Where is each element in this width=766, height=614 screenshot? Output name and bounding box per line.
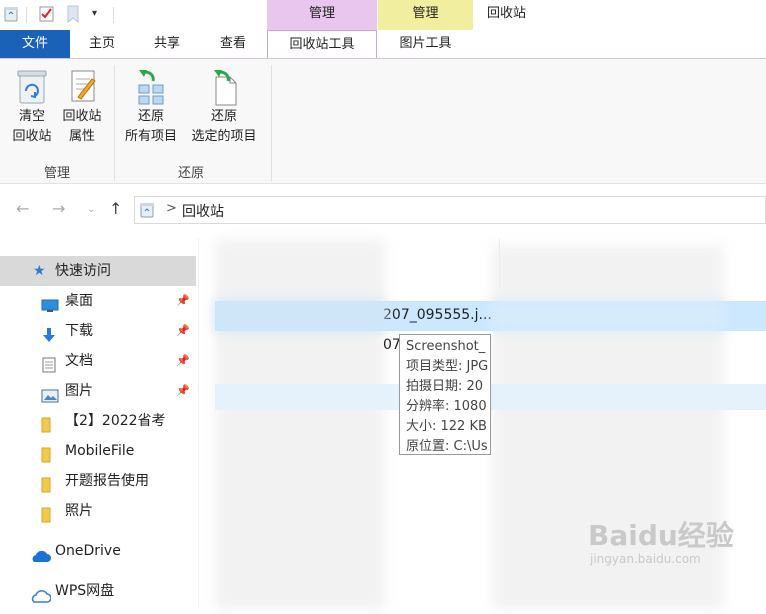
nav-folder-mobilefile[interactable]: MobileFile: [0, 436, 196, 466]
empty-recycle-bin-line1: 清空: [18, 109, 45, 124]
nav-item-label: MobileFile: [65, 443, 135, 459]
restore-selected-button[interactable]: 还原 选定的项目: [184, 67, 264, 147]
nav-item-label: 文档: [65, 353, 93, 369]
group-label-manage: 管理: [43, 166, 70, 181]
nav-wps-cloud[interactable]: WPS网盘: [0, 576, 196, 606]
nav-onedrive[interactable]: OneDrive: [0, 536, 196, 566]
blurred-region: [215, 301, 385, 331]
pin-icon[interactable]: 📌: [176, 346, 190, 376]
recycle-bin-small-icon: [4, 6, 18, 22]
divider: [113, 7, 114, 23]
group-label-restore: 还原: [177, 166, 204, 181]
tab-home[interactable]: 主页: [70, 30, 134, 58]
cloud-icon: [29, 544, 51, 562]
tooltip-line: 项目类型: JPG: [406, 359, 489, 374]
address-bar[interactable]: > 回收站: [134, 196, 766, 224]
nav-item-label: 快速访问: [55, 263, 111, 279]
download-icon: [41, 324, 57, 342]
blurred-region: [492, 301, 724, 331]
restore-all-line1: 还原: [137, 109, 164, 124]
qat-dropdown-icon[interactable]: ▾: [92, 8, 97, 19]
tab-share[interactable]: 共享: [134, 30, 200, 58]
nav-item-label: 【2】2022省考: [65, 413, 166, 429]
desktop-icon: [41, 294, 59, 312]
document-icon: [42, 354, 58, 373]
nav-item-label: 图片: [65, 383, 93, 399]
folder-icon: [41, 474, 57, 493]
divider: [26, 7, 27, 23]
nav-folder-report[interactable]: 开题报告使用: [0, 466, 196, 496]
tooltip-line: 拍摄日期: 20: [406, 379, 484, 394]
nav-item-label: OneDrive: [55, 543, 121, 559]
tab-picture-tools[interactable]: 图片工具: [378, 30, 473, 58]
tab-recycle-bin-tools[interactable]: 回收站工具: [267, 30, 377, 58]
restore-all-icon: [133, 67, 169, 107]
watermark-brand: Baidu经验: [588, 519, 734, 552]
folder-icon: [41, 504, 57, 523]
recent-locations-chevron-icon[interactable]: ⌄: [87, 204, 95, 215]
pin-icon[interactable]: 📌: [176, 376, 190, 406]
nav-item-label: WPS网盘: [55, 583, 115, 599]
empty-recycle-bin-button[interactable]: 清空 回收站: [6, 67, 58, 147]
tooltip-line: 大小: 122 KB: [406, 419, 487, 434]
breadcrumb-recycle-bin[interactable]: 回收站: [182, 201, 224, 221]
recycle-bin-properties-line1: 回收站: [62, 109, 102, 124]
restore-selected-icon: [206, 67, 242, 107]
group-divider: [271, 65, 272, 181]
tooltip-line: Screenshot_: [406, 339, 486, 354]
recycle-bin-properties-line2: 属性: [68, 129, 95, 144]
back-arrow-icon[interactable]: ←: [16, 199, 29, 218]
recycle-bin-address-icon: [140, 202, 154, 218]
window-title: 回收站: [487, 6, 527, 21]
context-tab-manage-recycle: 管理: [267, 0, 377, 30]
pin-icon[interactable]: 📌: [176, 316, 190, 346]
empty-recycle-bin-line2: 回收站: [12, 129, 52, 144]
nav-documents[interactable]: 文档 📌: [0, 346, 196, 376]
restore-selected-line2: 选定的项目: [191, 129, 257, 144]
star-icon: ★: [33, 263, 46, 279]
tooltip-line: 分辨率: 1080: [406, 399, 487, 414]
tab-view[interactable]: 查看: [200, 30, 266, 58]
nav-folder-2022[interactable]: 【2】2022省考: [0, 406, 196, 436]
baidu-watermark: Baidu经验 jingyan.baidu.com: [588, 519, 734, 567]
file-name[interactable]: 207_095555.j...: [383, 307, 492, 323]
new-folder-qat-icon[interactable]: [66, 5, 80, 24]
nav-pictures[interactable]: 图片 📌: [0, 376, 196, 406]
empty-recycle-bin-icon: [14, 67, 50, 107]
pictures-icon: [41, 384, 59, 403]
recycle-bin-properties-button[interactable]: 回收站 属性: [56, 67, 108, 147]
folder-icon: [41, 444, 57, 463]
recycle-bin-properties-icon: [64, 67, 100, 107]
title-bar: ▾ 管理 管理 回收站: [0, 0, 766, 30]
ribbon: 清空 回收站 回收站 属性 管理 还原 所有项目 还原 选定的项目 还原: [0, 58, 766, 184]
restore-all-line2: 所有项目: [124, 129, 177, 144]
file-info-tooltip: Screenshot_ 项目类型: JPG 拍摄日期: 20 分辨率: 1080…: [399, 334, 491, 455]
wps-cloud-icon: [29, 584, 52, 603]
nav-folder-photos[interactable]: 照片: [0, 496, 196, 526]
breadcrumb-separator[interactable]: >: [166, 201, 177, 216]
up-arrow-icon[interactable]: ↑: [109, 199, 122, 218]
nav-quick-access[interactable]: ★ 快速访问: [0, 256, 196, 286]
nav-item-label: 开题报告使用: [65, 473, 149, 489]
restore-all-button[interactable]: 还原 所有项目: [118, 67, 184, 147]
pin-icon[interactable]: 📌: [176, 286, 190, 316]
nav-item-label: 下载: [65, 323, 93, 339]
context-tab-manage-picture: 管理: [378, 0, 473, 30]
folder-icon: [41, 414, 57, 433]
nav-item-label: 照片: [65, 503, 93, 519]
nav-item-label: 桌面: [65, 293, 93, 309]
tab-file[interactable]: 文件: [0, 30, 70, 58]
watermark-url: jingyan.baidu.com: [590, 552, 701, 566]
restore-selected-line1: 还原: [210, 109, 237, 124]
forward-arrow-icon[interactable]: →: [52, 199, 65, 218]
column-divider: [499, 238, 500, 288]
nav-downloads[interactable]: 下载 📌: [0, 316, 196, 346]
nav-desktop[interactable]: 桌面 📌: [0, 286, 196, 316]
group-divider: [114, 65, 115, 181]
blurred-region: [215, 240, 385, 609]
tooltip-line: 原位置: C:\Us: [406, 439, 488, 454]
properties-qat-icon[interactable]: [38, 5, 56, 23]
